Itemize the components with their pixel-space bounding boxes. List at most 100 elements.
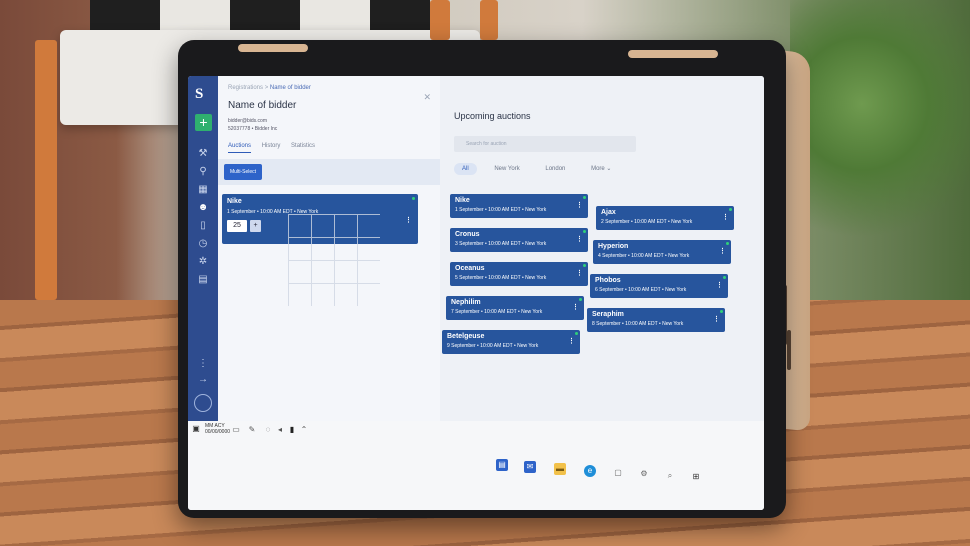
notification-icon[interactable]: ▣ xyxy=(190,423,202,435)
search-input[interactable]: Search for auction xyxy=(454,136,636,152)
clock-date: 00/00/0000 xyxy=(205,429,231,435)
tab-auctions[interactable]: Auctions xyxy=(228,143,252,153)
tab-statistics[interactable]: Statistics xyxy=(291,143,315,149)
background-chair-leg xyxy=(480,0,498,40)
nav-rail: S + ⚒ ⚲ ▦ ☻ ▯ ◷ ✲ ▤ ⋮ → xyxy=(188,76,218,421)
upcoming-auctions-panel: Upcoming auctions Search for auction All… xyxy=(440,76,764,421)
bidder-email: bidder@bids.com xyxy=(228,118,267,124)
auction-toolbar: Multi-Select xyxy=(218,159,440,185)
laptop-vent xyxy=(787,330,791,370)
drag-grid-overlay xyxy=(288,214,380,306)
auction-subtitle: 2 September • 10:00 AM EDT • New York xyxy=(601,219,693,225)
auction-card[interactable]: Phobos 6 September • 10:00 AM EDT • New … xyxy=(590,274,728,298)
live-indicator xyxy=(726,242,729,245)
auction-card[interactable]: Ajax 2 September • 10:00 AM EDT • New Yo… xyxy=(596,206,734,230)
filter-chips: All New York London More ⌄ xyxy=(454,162,627,175)
laptop-hinge xyxy=(628,50,718,58)
more-options-icon[interactable]: ⋮ xyxy=(568,337,575,345)
breadcrumb-current: Name of bidder xyxy=(269,85,311,91)
add-button[interactable]: + xyxy=(195,114,212,131)
filter-all[interactable]: All xyxy=(454,163,477,175)
auction-card[interactable]: Hyperion 4 September • 10:00 AM EDT • Ne… xyxy=(593,240,731,264)
auction-card[interactable]: Nephilim 7 September • 10:00 AM EDT • Ne… xyxy=(446,296,584,320)
avatar[interactable] xyxy=(194,394,212,412)
settings-gear-icon[interactable]: ⚙ xyxy=(638,468,650,480)
settings-icon[interactable]: ✲ xyxy=(197,256,209,268)
auction-title: Ajax xyxy=(601,209,616,216)
auction-subtitle: 8 September • 10:00 AM EDT • New York xyxy=(592,321,684,327)
breadcrumb: Registrations > Name of bidder xyxy=(228,85,311,91)
page-title: Name of bidder xyxy=(228,100,297,111)
auction-title: Nike xyxy=(455,197,470,204)
collapse-icon[interactable]: → xyxy=(197,374,209,386)
auction-card[interactable]: Cronus 3 September • 10:00 AM EDT • New … xyxy=(450,228,588,252)
chat-icon[interactable]: ▢ xyxy=(612,467,624,479)
more-options-icon[interactable]: ⋮ xyxy=(576,201,583,209)
auction-subtitle: 4 September • 10:00 AM EDT • New York xyxy=(598,253,690,259)
quantity-field[interactable]: 25 xyxy=(227,220,247,232)
auction-card[interactable]: Betelgeuse 9 September • 10:00 AM EDT • … xyxy=(442,330,580,354)
live-indicator xyxy=(729,208,732,211)
live-indicator xyxy=(575,332,578,335)
live-indicator xyxy=(583,230,586,233)
report-icon[interactable]: ▤ xyxy=(197,274,209,286)
filter-more[interactable]: More ⌄ xyxy=(583,162,619,175)
mail-icon[interactable]: ✉ xyxy=(524,461,536,473)
filter-new-york[interactable]: New York xyxy=(486,163,527,175)
close-icon[interactable]: ✕ xyxy=(423,92,431,103)
taskbar: ▣ MM ACY 00/00/0000 ▭ ✎ ◌ ◂ ▮ ⌃ ✉ ▬ e ▢ … xyxy=(188,421,764,510)
app-logo: S xyxy=(195,86,204,102)
auction-title: Phobos xyxy=(595,277,621,284)
more-options-icon[interactable]: ⋮ xyxy=(576,269,583,277)
section-title: Upcoming auctions xyxy=(454,111,531,121)
more-options-icon[interactable]: ⋮ xyxy=(405,216,412,224)
taskbar-clock[interactable]: MM ACY 00/00/0000 xyxy=(205,423,230,435)
more-options-icon[interactable]: ⋮ xyxy=(576,235,583,243)
edge-icon[interactable]: e xyxy=(584,465,596,477)
drag-handle-icon[interactable]: ⋮ xyxy=(197,358,209,370)
clock-icon[interactable]: ◷ xyxy=(197,238,209,250)
calendar-icon[interactable]: ▦ xyxy=(197,184,209,196)
more-options-icon[interactable]: ⋮ xyxy=(713,315,720,323)
selected-auction-title: Nike xyxy=(227,198,242,205)
auction-card[interactable]: Seraphim 8 September • 10:00 AM EDT • Ne… xyxy=(587,308,725,332)
folder-icon[interactable]: ▬ xyxy=(554,463,566,475)
multi-select-button[interactable]: Multi-Select xyxy=(224,164,262,180)
gavel-icon[interactable]: ⚒ xyxy=(197,148,209,160)
more-options-icon[interactable]: ⋮ xyxy=(722,213,729,221)
battery-icon[interactable]: ▮ xyxy=(286,424,298,436)
live-indicator xyxy=(579,298,582,301)
more-options-icon[interactable]: ⋮ xyxy=(572,303,579,311)
search-icon[interactable]: ⌕ xyxy=(664,470,676,482)
live-indicator xyxy=(412,197,415,200)
volume-icon[interactable]: ◂ xyxy=(274,424,286,436)
active-app-icon[interactable]: ▤ xyxy=(496,459,508,471)
breadcrumb-parent[interactable]: Registrations xyxy=(228,85,263,91)
wifi-icon[interactable]: ◌ xyxy=(262,424,274,436)
auction-card[interactable]: Oceanus 5 September • 10:00 AM EDT • New… xyxy=(450,262,588,286)
location-icon[interactable]: ⚲ xyxy=(197,166,209,178)
background-chair-leg xyxy=(35,40,57,300)
users-icon[interactable]: ☻ xyxy=(197,202,209,214)
live-indicator xyxy=(583,264,586,267)
auction-subtitle: 5 September • 10:00 AM EDT • New York xyxy=(455,275,547,281)
live-indicator xyxy=(583,196,586,199)
tab-history[interactable]: History xyxy=(262,143,281,149)
windows-icon[interactable]: ⊞ xyxy=(690,471,702,483)
auction-subtitle: 7 September • 10:00 AM EDT • New York xyxy=(451,309,543,315)
auction-card[interactable]: Nike 1 September • 10:00 AM EDT • New Yo… xyxy=(450,194,588,218)
more-options-icon[interactable]: ⋮ xyxy=(719,247,726,255)
breadcrumb-separator: > xyxy=(264,85,269,91)
quantity-add-button[interactable]: + xyxy=(250,220,261,232)
bidder-company: Bidder Inc xyxy=(254,126,278,132)
pen-icon[interactable]: ✎ xyxy=(246,424,258,436)
auction-subtitle: 1 September • 10:00 AM EDT • New York xyxy=(455,207,547,213)
auction-title: Nephilim xyxy=(451,299,481,306)
filter-london[interactable]: London xyxy=(537,163,573,175)
chevron-up-icon[interactable]: ⌃ xyxy=(298,424,310,436)
monitor-icon[interactable]: ▭ xyxy=(230,424,242,436)
chevron-down-icon: ⌄ xyxy=(606,166,612,172)
clipboard-icon[interactable]: ▯ xyxy=(197,220,209,232)
more-options-icon[interactable]: ⋮ xyxy=(716,281,723,289)
filter-more-label: More xyxy=(591,166,605,172)
